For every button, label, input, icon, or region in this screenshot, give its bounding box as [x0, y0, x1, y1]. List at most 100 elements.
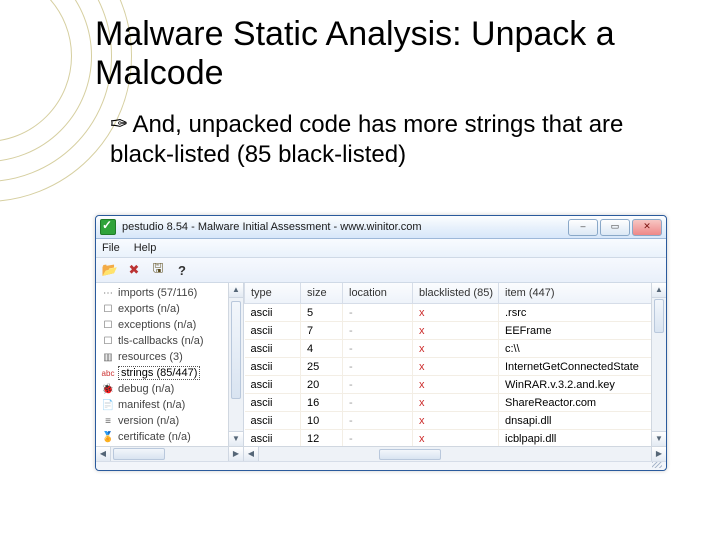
help-icon[interactable]: ? — [174, 262, 190, 278]
cell-location: - — [343, 376, 413, 394]
table-row[interactable]: ascii10-xdnsapi.dll — [245, 412, 666, 430]
tree-item-exceptions[interactable]: ☐exceptions (n/a) — [102, 317, 239, 333]
exports-icon: ☐ — [102, 303, 114, 315]
tree-label: tls-callbacks (n/a) — [118, 335, 204, 347]
cell-type: ascii — [245, 304, 301, 322]
cell-item: c:\\ — [499, 340, 666, 358]
col-type[interactable]: type — [245, 283, 301, 304]
table-row[interactable]: ascii25-xInternetGetConnectedState — [245, 358, 666, 376]
col-location[interactable]: location — [343, 283, 413, 304]
tree-item-resources[interactable]: ▥resources (3) — [102, 349, 239, 365]
bullet-icon: ✑ — [110, 111, 128, 136]
certificate-icon: 🏅 — [102, 431, 114, 443]
cell-size: 4 — [301, 340, 343, 358]
scroll-right-icon[interactable]: ▶ — [228, 447, 243, 461]
strings-icon: abc — [102, 367, 114, 379]
scroll-up-icon[interactable]: ▲ — [229, 283, 243, 298]
cell-size: 20 — [301, 376, 343, 394]
scroll-left-icon[interactable]: ◀ — [96, 447, 111, 461]
cell-location: - — [343, 412, 413, 430]
close-button[interactable]: ✕ — [632, 219, 662, 236]
table-row[interactable]: ascii5-x.rsrc — [245, 304, 666, 322]
app-screenshot: pestudio 8.54 - Malware Initial Assessme… — [95, 215, 665, 475]
tree-label: imports (57/116) — [118, 287, 197, 299]
cell-item: EEFrame — [499, 322, 666, 340]
sidebar-vscrollbar[interactable]: ▲ ▼ — [228, 283, 243, 446]
menu-file[interactable]: File — [102, 242, 120, 254]
tree-item-imports[interactable]: ⋯ imports (57/116) — [102, 285, 239, 301]
cell-size: 25 — [301, 358, 343, 376]
col-blacklisted[interactable]: blacklisted (85) — [413, 283, 499, 304]
col-item[interactable]: item (447) — [499, 283, 666, 304]
tree-item-tls[interactable]: ☐ tls-callbacks (n/a) — [102, 333, 239, 349]
scroll-left-icon[interactable]: ◀ — [244, 447, 259, 461]
tree-item-manifest[interactable]: 📄manifest (n/a) — [102, 397, 239, 413]
tree-item-exports[interactable]: ☐exports (n/a) — [102, 301, 239, 317]
tree-label: exceptions (n/a) — [118, 319, 196, 331]
cell-type: ascii — [245, 412, 301, 430]
menu-help[interactable]: Help — [134, 242, 157, 254]
debug-icon: 🐞 — [102, 383, 114, 395]
sidebar-hscrollbar[interactable]: ◀ ▶ — [96, 446, 243, 461]
col-size[interactable]: size — [301, 283, 343, 304]
cell-item: ShareReactor.com — [499, 394, 666, 412]
cell-blacklisted: x — [413, 340, 499, 358]
cell-location: - — [343, 430, 413, 447]
sidebar: ⋯imports (57/116) ☐exports (n/a) ☐except… — [96, 283, 244, 461]
save-icon[interactable]: 🖫 — [150, 262, 166, 278]
version-icon: ≡ — [102, 415, 114, 427]
cell-blacklisted: x — [413, 358, 499, 376]
slide-title: Malware Static Analysis: Unpack a Malcod… — [95, 15, 655, 93]
tree-label: manifest (n/a) — [118, 399, 185, 411]
tls-icon: ☐ — [102, 335, 114, 347]
cell-item: WinRAR.v.3.2.and.key — [499, 376, 666, 394]
tree-item-debug[interactable]: 🐞 debug (n/a) — [102, 381, 239, 397]
resize-grip[interactable] — [96, 461, 666, 470]
titlebar[interactable]: pestudio 8.54 - Malware Initial Assessme… — [96, 216, 666, 239]
tree-item-certificate[interactable]: 🏅certificate (n/a) — [102, 429, 239, 445]
table-row[interactable]: ascii20-xWinRAR.v.3.2.and.key — [245, 376, 666, 394]
cell-item: InternetGetConnectedState — [499, 358, 666, 376]
scroll-thumb[interactable] — [113, 448, 165, 460]
close-file-icon[interactable]: ✖ — [126, 262, 142, 278]
cell-size: 7 — [301, 322, 343, 340]
tree: ⋯imports (57/116) ☐exports (n/a) ☐except… — [96, 283, 243, 446]
cell-location: - — [343, 304, 413, 322]
table-row[interactable]: ascii16-xShareReactor.com — [245, 394, 666, 412]
cell-location: - — [343, 394, 413, 412]
cell-item: .rsrc — [499, 304, 666, 322]
scroll-right-icon[interactable]: ▶ — [651, 447, 666, 461]
tree-item-strings[interactable]: abc strings (85/447) — [102, 365, 239, 381]
cell-blacklisted: x — [413, 412, 499, 430]
maximize-button[interactable]: ▭ — [600, 219, 630, 236]
scroll-up-icon[interactable]: ▲ — [652, 283, 666, 298]
strings-table: type size location blacklisted (85) item… — [244, 283, 666, 446]
scroll-thumb[interactable] — [231, 301, 241, 399]
cell-type: ascii — [245, 394, 301, 412]
cell-item: dnsapi.dll — [499, 412, 666, 430]
cell-size: 10 — [301, 412, 343, 430]
scroll-thumb[interactable] — [654, 299, 664, 333]
main-vscrollbar[interactable]: ▲ ▼ — [651, 283, 666, 446]
open-file-icon[interactable]: 📂 — [102, 262, 118, 278]
cell-blacklisted: x — [413, 430, 499, 447]
cell-type: ascii — [245, 376, 301, 394]
tree-item-version[interactable]: ≡ version (n/a) — [102, 413, 239, 429]
table-row[interactable]: ascii7-xEEFrame — [245, 322, 666, 340]
scroll-down-icon[interactable]: ▼ — [229, 431, 243, 446]
scroll-thumb[interactable] — [379, 449, 441, 460]
cell-size: 5 — [301, 304, 343, 322]
tree-label: debug (n/a) — [118, 383, 174, 395]
tree-label: version (n/a) — [118, 415, 179, 427]
window-title: pestudio 8.54 - Malware Initial Assessme… — [122, 221, 568, 233]
imports-icon: ⋯ — [102, 287, 114, 299]
tree-label: strings (85/447) — [118, 366, 200, 380]
scroll-down-icon[interactable]: ▼ — [652, 431, 666, 446]
cell-type: ascii — [245, 430, 301, 447]
cell-type: ascii — [245, 358, 301, 376]
minimize-button[interactable]: – — [568, 219, 598, 236]
main-hscrollbar[interactable]: ◀ ▶ — [244, 446, 666, 461]
table-row[interactable]: ascii12-xicblpapi.dll — [245, 430, 666, 447]
table-row[interactable]: ascii4-xc:\\ — [245, 340, 666, 358]
cell-blacklisted: x — [413, 394, 499, 412]
